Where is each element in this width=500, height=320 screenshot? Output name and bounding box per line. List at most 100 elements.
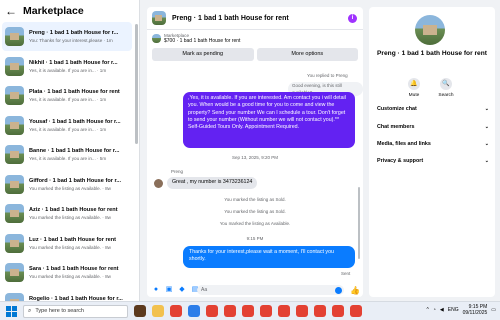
bell-icon: 🔔 — [408, 78, 420, 90]
listing-thumbnail — [5, 204, 24, 223]
more-options-button[interactable]: More options — [256, 48, 358, 61]
listing-thumbnail — [152, 34, 161, 43]
thumbs-up-icon[interactable]: 👍 — [350, 286, 360, 295]
emoji-icon[interactable] — [335, 286, 342, 294]
volume-icon[interactable]: ◀ — [440, 307, 444, 313]
conversation-preview: Yes, it is available. If you are in... ·… — [29, 156, 107, 161]
conversation-name: Nikhil · 1 bad 1 bath House for r... — [29, 59, 118, 66]
edge-icon[interactable] — [188, 305, 200, 317]
time-separator: 9:15 PM — [246, 236, 264, 241]
language-indicator[interactable]: ENG — [448, 307, 459, 313]
section-label: Customize chat — [377, 106, 417, 112]
conversation-item[interactable]: Sara · 1 bad 1 bath House for rent You ma… — [2, 258, 132, 287]
section-customize-chat[interactable]: Customize chat ⌄ — [377, 106, 489, 112]
chrome-icon[interactable] — [260, 305, 272, 317]
listing-thumbnail — [5, 145, 24, 164]
conversation-item[interactable]: Nikhil · 1 bad 1 bath House for r... Yes,… — [2, 52, 132, 81]
chrome-icon[interactable] — [278, 305, 290, 317]
incoming-message[interactable]: Great , my number is 3473236124 — [167, 177, 258, 189]
section-privacy-support[interactable]: Privacy & support ⌄ — [377, 158, 489, 164]
mark-pending-button[interactable]: Mark as pending — [152, 48, 254, 61]
chrome-icon[interactable] — [350, 305, 362, 317]
chat-avatar[interactable] — [152, 11, 166, 25]
conversation-item[interactable]: Aziz · 1 bad 1 bath House for rent You ma… — [2, 199, 132, 228]
section-chat-members[interactable]: Chat members ⌄ — [377, 124, 489, 130]
conversation-name: Plata · 1 bad 1 bath House for rent — [29, 89, 120, 95]
listing-banner[interactable]: Marketplace $700 · 1 bad 1 bath House fo… — [147, 30, 363, 44]
clock[interactable]: 9:15 PM 09/11/2025 — [463, 304, 488, 316]
taskbar-search-placeholder: Type here to search — [35, 308, 84, 314]
system-message: You marked the listing as Sold. — [224, 197, 286, 202]
pinned-app-icon[interactable] — [134, 305, 146, 317]
chat-scrollbar[interactable] — [358, 187, 360, 259]
wifi-icon[interactable]: ◔ — [433, 307, 436, 313]
section-media-files[interactable]: Media, files and links ⌄ — [377, 141, 489, 147]
back-arrow-icon[interactable]: ← — [5, 4, 17, 18]
conversation-list-panel: ← Marketplace Preng · 1 bad 1 bath House… — [0, 0, 140, 312]
sender-avatar[interactable] — [154, 179, 163, 188]
conversation-name: Gifford · 1 bad 1 bath House for r... — [29, 177, 121, 184]
chrome-icon[interactable] — [332, 305, 344, 317]
system-message: You marked the listing as Sold. — [224, 209, 286, 214]
conversation-item[interactable]: Gifford · 1 bad 1 bath House for r... You… — [2, 170, 132, 199]
system-tray: ^ ◔ ◀ ENG 9:15 PM 09/11/2025 ▭ — [427, 304, 496, 316]
chevron-down-icon: ⌄ — [484, 158, 489, 164]
search-button[interactable]: 🔍 Search — [436, 78, 456, 98]
conversation-preview: Yes, it is available. If you are in... ·… — [29, 97, 107, 102]
outgoing-message[interactable]: Thanks for your interest,please wait a m… — [183, 246, 355, 268]
info-avatar — [415, 15, 445, 45]
conversation-name: Aziz · 1 bad 1 bath House for rent — [29, 207, 118, 213]
list-scrollbar[interactable] — [135, 24, 138, 144]
system-message: You marked the listing as Available. — [219, 221, 291, 226]
chrome-icon[interactable] — [224, 305, 236, 317]
messenger-app: ← Marketplace Preng · 1 bad 1 bath House… — [0, 0, 500, 312]
conversation-preview: You marked the listing as Available. · 8… — [29, 244, 111, 250]
taskbar-search[interactable]: ⌕ Type here to search — [23, 304, 128, 318]
listing-thumbnail — [5, 27, 24, 46]
conversation-preview: Yes, it is available. If you are in... ·… — [29, 67, 107, 73]
conversation-item[interactable]: Luz · 1 bad 1 bath House for rent You mar… — [2, 229, 132, 258]
listing-title: $700 · 1 bad 1 bath House for rent — [164, 38, 241, 44]
chevron-down-icon: ⌄ — [484, 124, 489, 130]
section-label: Privacy & support — [377, 158, 424, 164]
chrome-icon[interactable] — [206, 305, 218, 317]
sent-status: Sent — [341, 271, 351, 276]
chrome-icon[interactable] — [242, 305, 254, 317]
chevron-down-icon: ⌄ — [484, 141, 489, 147]
chevron-up-icon[interactable]: ^ — [427, 307, 429, 313]
outgoing-message[interactable]: ,Yes, it is available. If you are intere… — [183, 92, 355, 148]
conversation-item[interactable]: Plata · 1 bad 1 bath House for rent Yes, … — [2, 81, 132, 110]
chat-panel: Preng · 1 bad 1 bath House for rent i Ma… — [147, 7, 363, 297]
chrome-icon[interactable] — [296, 305, 308, 317]
windows-taskbar: ⌕ Type here to search ^ ◔ ◀ ENG 9:15 PM … — [0, 301, 500, 320]
image-icon[interactable]: ▣ — [165, 286, 173, 294]
conversation-item[interactable]: Preng · 1 bad 1 bath House for r... You: … — [2, 22, 132, 51]
mute-button[interactable]: 🔔 Mute — [404, 78, 424, 98]
sticker-icon[interactable]: ◆ — [178, 286, 186, 294]
notifications-icon[interactable]: ▭ — [491, 307, 496, 313]
chat-title[interactable]: Preng · 1 bad 1 bath House for rent — [172, 15, 348, 22]
date-separator: Sep 13, 2025, 9:20 PM — [231, 155, 279, 160]
conversation-name: Yousaf · 1 bad 1 bath House for r... — [29, 118, 121, 125]
chrome-icon[interactable] — [170, 305, 182, 317]
info-icon[interactable]: i — [348, 13, 357, 23]
clock-date: 09/11/2025 — [462, 310, 488, 316]
conversation-preview: You: Thanks for your interest,please · 1… — [29, 38, 113, 43]
conversation-item[interactable]: Banne · 1 bad 1 bath House for r... Yes, … — [2, 140, 132, 169]
message-input[interactable]: Aa — [197, 285, 344, 295]
conversation-item[interactable]: Yousaf · 1 bad 1 bath House for r... Yes,… — [2, 111, 132, 140]
microphone-icon[interactable]: ● — [152, 286, 160, 294]
listing-actions: Mark as pending More options — [147, 44, 363, 65]
search-icon: ⌕ — [28, 307, 32, 314]
chat-header: Preng · 1 bad 1 bath House for rent i — [147, 7, 363, 30]
composer: ● ▣ ◆ ▤ Aa 👍 — [147, 283, 363, 297]
conversation-name: Preng · 1 bad 1 bath House for r... — [29, 30, 119, 36]
chrome-icon[interactable] — [314, 305, 326, 317]
conversation-preview: Yes, it is available. If you are in... ·… — [29, 126, 107, 132]
section-label: Media, files and links — [377, 141, 431, 147]
windows-start-icon[interactable] — [6, 305, 17, 317]
section-label: Chat members — [377, 124, 415, 130]
conversation-preview: You marked the listing as Available. · 8… — [29, 274, 111, 279]
file-explorer-icon[interactable] — [152, 305, 164, 317]
list-title: Marketplace — [23, 5, 84, 17]
